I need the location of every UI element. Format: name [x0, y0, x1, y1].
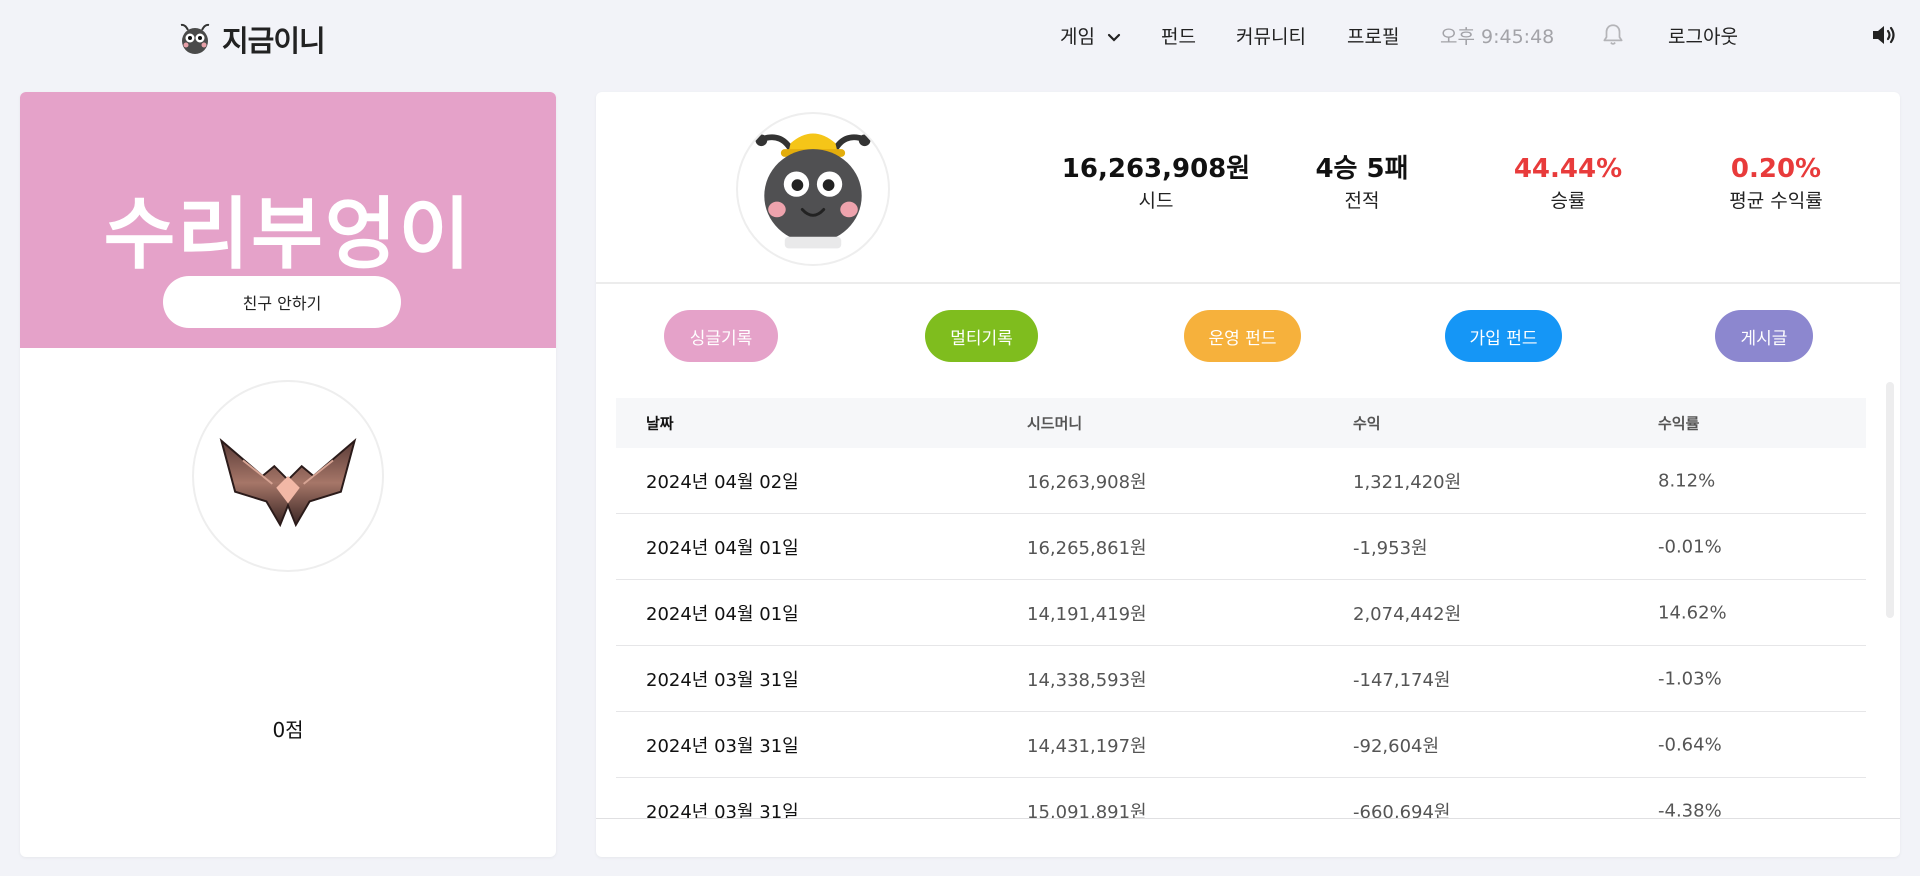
- profile-card: 수리부엉이 친구 안하기 0점: [20, 92, 556, 857]
- stat-win-rate: 44.44% 승률: [1468, 154, 1668, 213]
- cell-date: 2024년 04월 01일: [646, 537, 799, 559]
- cell-date: 2024년 03월 31일: [646, 801, 799, 819]
- speaker-icon[interactable]: [1870, 22, 1898, 48]
- column-header-return: 수익률: [1658, 414, 1700, 433]
- score: 0점: [272, 718, 304, 742]
- table-scrollbar[interactable]: [1886, 382, 1894, 618]
- nickname: 수리부엉이: [103, 190, 473, 280]
- logo-text: 지금이니: [222, 24, 326, 58]
- cell-seed: 14,191,419원: [1027, 603, 1147, 625]
- cell-profit: -660,694원: [1353, 801, 1451, 819]
- cell-return: -4.38%: [1658, 800, 1722, 818]
- tab-managed-fund[interactable]: 운영 펀드: [1184, 310, 1301, 362]
- cell-profit: 1,321,420원: [1353, 471, 1462, 493]
- nav-item-profile[interactable]: 프로필: [1347, 22, 1399, 49]
- nav-item-community[interactable]: 커뮤니티: [1236, 22, 1306, 49]
- cell-date: 2024년 03월 31일: [646, 669, 799, 691]
- chevron-down-icon: [1107, 33, 1121, 42]
- nav-item-game[interactable]: 게임: [1060, 22, 1121, 49]
- cell-date: 2024년 04월 02일: [646, 471, 799, 493]
- bell-icon[interactable]: [1600, 22, 1626, 48]
- table-row: 2024년 03월 31일 15,091,891원 -660,694원 -4.3…: [616, 778, 1866, 818]
- table-row: 2024년 04월 01일 14,191,419원 2,074,442원 14.…: [616, 580, 1866, 646]
- table-row: 2024년 04월 01일 16,265,861원 -1,953원 -0.01%: [616, 514, 1866, 580]
- clock: 오후 9:45:48: [1440, 26, 1555, 48]
- ant-mascot-icon: [180, 23, 210, 54]
- logo[interactable]: 지금이니: [178, 18, 326, 60]
- cell-return: -0.01%: [1658, 536, 1722, 557]
- stat-seed-label: 시드: [1138, 190, 1174, 212]
- record-tabs: 싱글기록 멀티기록 운영 펀드 가입 펀드 게시글: [596, 286, 1900, 378]
- column-header-date: 날짜: [646, 414, 674, 433]
- ant-avatar-icon: [755, 133, 871, 249]
- cell-seed: 16,263,908원: [1027, 471, 1147, 493]
- stat-win-rate-label: 승률: [1550, 190, 1586, 212]
- tab-multi-record[interactable]: 멀티기록: [925, 310, 1038, 362]
- cell-return: 14.62%: [1658, 602, 1727, 623]
- column-header-profit: 수익: [1353, 414, 1381, 433]
- stats-summary: 16,263,908원 시드 4승 5패 전적 44.44% 승률 0.20% …: [596, 92, 1900, 284]
- avatar: [736, 112, 890, 266]
- unfriend-button[interactable]: 친구 안하기: [163, 276, 401, 328]
- cell-profit: -92,604원: [1353, 735, 1440, 757]
- tier-badge-icon: [219, 437, 357, 528]
- cell-profit: -147,174원: [1353, 669, 1451, 691]
- cell-profit: 2,074,442원: [1353, 603, 1462, 625]
- table-row: 2024년 03월 31일 14,338,593원 -147,174원 -1.0…: [616, 646, 1866, 712]
- tab-joined-fund[interactable]: 가입 펀드: [1445, 310, 1562, 362]
- logout-button[interactable]: 로그아웃: [1668, 22, 1738, 49]
- stat-record-label: 전적: [1344, 190, 1380, 212]
- stat-seed: 16,263,908원 시드: [1056, 154, 1256, 213]
- column-header-seed: 시드머니: [1027, 414, 1083, 433]
- cell-profit: -1,953원: [1353, 537, 1428, 559]
- cell-seed: 14,431,197원: [1027, 735, 1147, 757]
- table-row: 2024년 04월 02일 16,263,908원 1,321,420원 8.1…: [616, 448, 1866, 514]
- table-row: 2024년 03월 31일 14,431,197원 -92,604원 -0.64…: [616, 712, 1866, 778]
- tier-badge: [192, 380, 384, 572]
- tab-posts[interactable]: 게시글: [1715, 310, 1813, 362]
- nav-item-fund[interactable]: 펀드: [1161, 22, 1196, 49]
- profile-header: 수리부엉이 친구 안하기: [20, 92, 556, 348]
- cell-seed: 14,338,593원: [1027, 669, 1147, 691]
- cell-date: 2024년 04월 01일: [646, 603, 799, 625]
- cell-date: 2024년 03월 31일: [646, 735, 799, 757]
- cell-return: -1.03%: [1658, 668, 1722, 689]
- nav-item-game-label: 게임: [1060, 26, 1095, 48]
- stat-win-rate-value: 44.44%: [1513, 154, 1623, 184]
- record-table: 날짜 시드머니 수익 수익률 2024년 04월 02일 16,263,908원…: [616, 398, 1866, 818]
- stat-avg-return-label: 평균 수익률: [1729, 190, 1823, 212]
- table-bottom-divider: [596, 818, 1900, 819]
- top-navbar: 지금이니 게임 펀드 커뮤니티 프로필 오후 9:45:48 로그아웃: [0, 0, 1920, 70]
- stat-avg-return-value: 0.20%: [1730, 154, 1822, 184]
- tab-single-record[interactable]: 싱글기록: [664, 310, 778, 362]
- stat-record-value: 4승 5패: [1315, 154, 1409, 184]
- table-header: 날짜 시드머니 수익 수익률: [616, 398, 1866, 448]
- stat-record: 4승 5패 전적: [1262, 154, 1462, 213]
- cell-seed: 16,265,861원: [1027, 537, 1147, 559]
- cell-return: 8.12%: [1658, 470, 1716, 491]
- cell-return: -0.64%: [1658, 734, 1722, 755]
- stat-seed-value: 16,263,908원: [1061, 154, 1251, 184]
- stat-avg-return: 0.20% 평균 수익률: [1676, 154, 1876, 213]
- cell-seed: 15,091,891원: [1027, 801, 1147, 819]
- stats-card: 16,263,908원 시드 4승 5패 전적 44.44% 승률 0.20% …: [596, 92, 1900, 857]
